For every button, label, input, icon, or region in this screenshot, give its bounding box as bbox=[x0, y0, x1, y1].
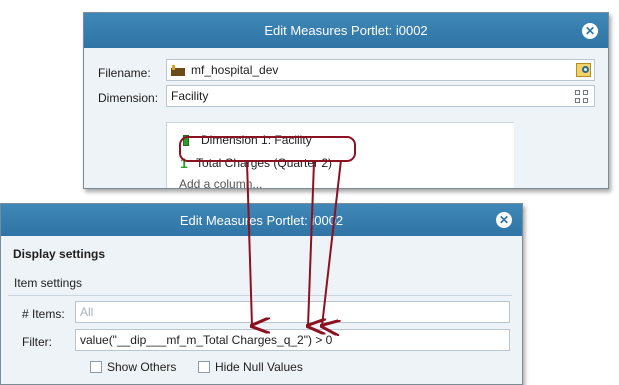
show-others-label: Show Others bbox=[107, 360, 177, 374]
items-input[interactable]: All bbox=[75, 301, 510, 323]
factory-icon bbox=[171, 64, 185, 76]
filter-label: Filter: bbox=[22, 335, 52, 349]
display-settings-heading: Display settings bbox=[13, 247, 106, 261]
browse-file-icon[interactable] bbox=[576, 63, 591, 77]
edit-measures-dialog-front: Edit Measures Portlet: i0002 ✕ Display s… bbox=[0, 203, 523, 385]
close-icon[interactable]: ✕ bbox=[496, 212, 512, 228]
item-settings-heading: Item settings bbox=[8, 276, 512, 296]
dimension-field[interactable]: Facility bbox=[166, 85, 595, 107]
filter-value: value("__dip___mf_m_Total Charges_q_2") … bbox=[80, 333, 333, 347]
show-others-option[interactable]: Show Others bbox=[90, 360, 176, 374]
grid-select-icon[interactable] bbox=[575, 90, 588, 103]
filter-input[interactable]: value("__dip___mf_m_Total Charges_q_2") … bbox=[75, 329, 510, 351]
dialog-body: Filename: mf_hospital_dev Dimension: Fac… bbox=[84, 48, 608, 188]
dialog-title: Edit Measures Portlet: i0002 bbox=[264, 23, 428, 38]
hide-null-label: Hide Null Values bbox=[215, 360, 303, 374]
dimension-value: Facility bbox=[171, 89, 209, 103]
filename-value: mf_hospital_dev bbox=[191, 63, 279, 77]
hide-null-checkbox[interactable] bbox=[198, 361, 210, 373]
items-label: # Items: bbox=[22, 307, 65, 321]
show-others-checkbox[interactable] bbox=[90, 361, 102, 373]
filename-label: Filename: bbox=[98, 66, 151, 80]
dimension-label: Dimension: bbox=[98, 91, 159, 105]
hide-null-option[interactable]: Hide Null Values bbox=[198, 360, 303, 374]
filename-field[interactable]: mf_hospital_dev bbox=[166, 59, 595, 81]
dialog-titlebar[interactable]: Edit Measures Portlet: i0002 ✕ bbox=[84, 13, 608, 48]
dialog-title: Edit Measures Portlet: i0002 bbox=[179, 212, 344, 228]
add-column-link[interactable]: Add a column... bbox=[179, 177, 262, 188]
dialog-titlebar[interactable]: Edit Measures Portlet: i0002 ✕ bbox=[1, 204, 522, 236]
annotation-highlight bbox=[179, 136, 356, 162]
items-placeholder: All bbox=[80, 305, 94, 319]
close-icon[interactable]: ✕ bbox=[582, 22, 598, 39]
edit-measures-dialog-back: Edit Measures Portlet: i0002 ✕ Filename:… bbox=[83, 12, 609, 189]
